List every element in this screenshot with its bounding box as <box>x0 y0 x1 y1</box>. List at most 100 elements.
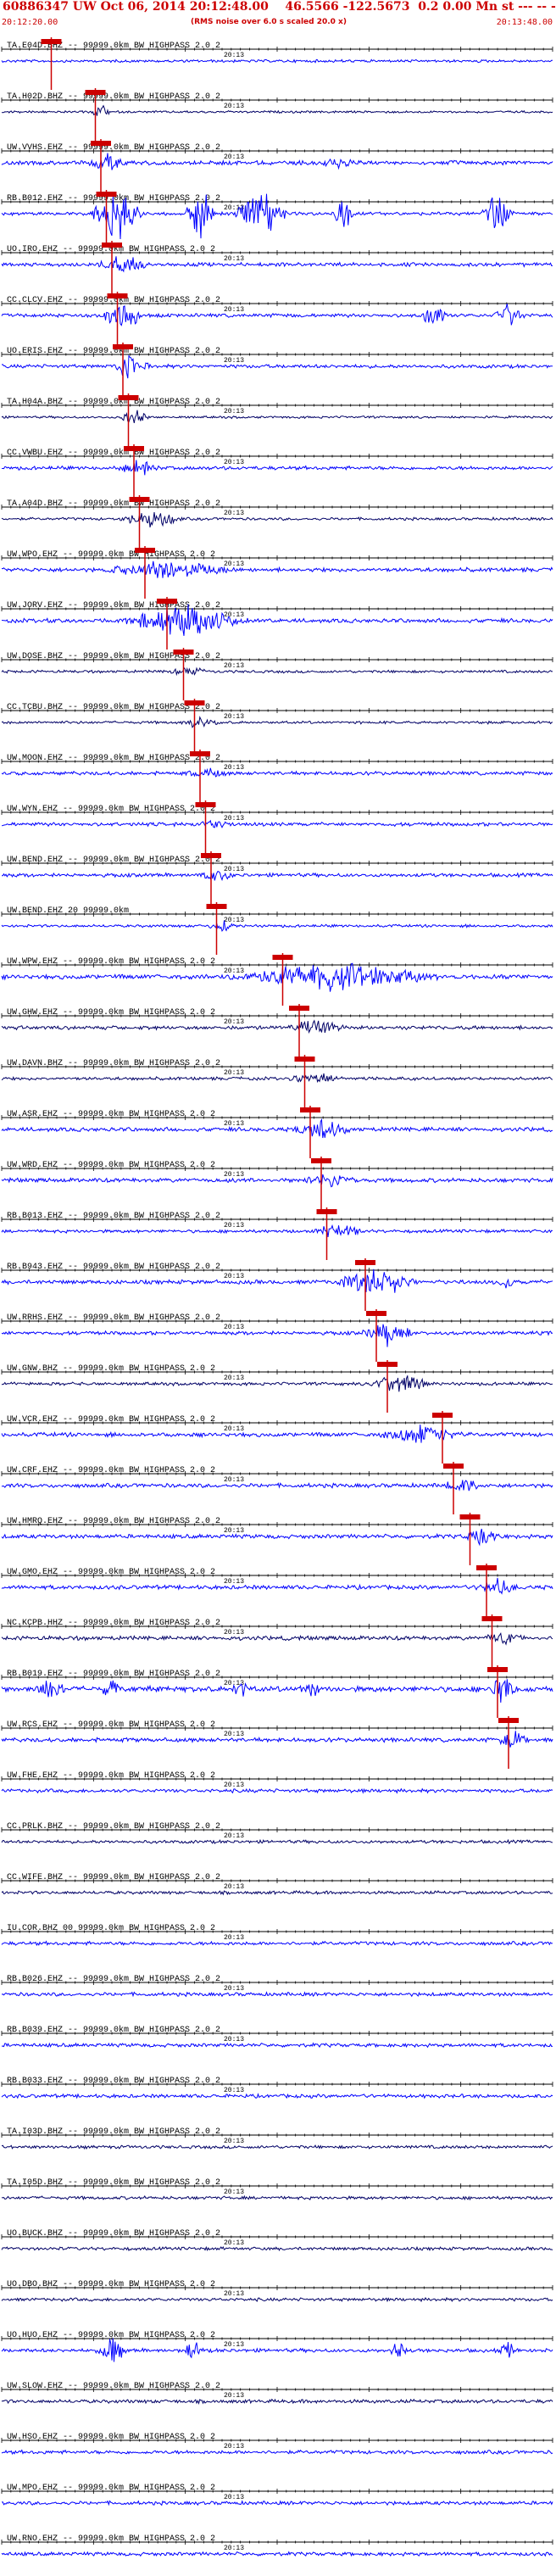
trace-label: UW.CRF.EHZ -- 99999.0km BW HIGHPASS 2.0 … <box>7 1465 215 1475</box>
waveform-trace <box>1 1890 553 1896</box>
waveform-trace <box>1 560 553 578</box>
tick-label: 20:13 <box>224 2188 244 2196</box>
tick-label: 20:13 <box>224 52 244 59</box>
trace-label: UW.MPO.EHZ -- 99999.0km BW HIGHPASS 2.0 … <box>7 2483 215 2493</box>
pick-marker <box>366 1311 386 1316</box>
trace-label: UO.BUCK.BHZ -- 99999.0km BW HIGHPASS 2.0… <box>7 2228 220 2239</box>
tick-label: 20:13 <box>224 1985 244 1993</box>
pick-marker <box>443 1464 464 1469</box>
trace-label: CC.WIFE.BHZ -- 99999.0km BW HIGHPASS 2.0… <box>7 1872 220 1882</box>
pick-marker <box>195 802 216 807</box>
trace-label: UW.WPW.EHZ -- 99999.0km BW HIGHPASS 2.0 … <box>7 956 215 967</box>
pick-marker <box>118 395 139 400</box>
tick-label: 20:13 <box>224 662 244 670</box>
tick-label: 20:13 <box>224 2545 244 2552</box>
trace-label: UW.BEND.EHZ -- 99999.0km BW HIGHPASS 2.0… <box>7 855 220 865</box>
waveform-trace <box>1 2500 553 2506</box>
tick-label: 20:13 <box>224 153 244 161</box>
pick-marker <box>289 1006 309 1011</box>
trace-label: UW.WYN.EHZ -- 99999.0km BW HIGHPASS 2.0 … <box>7 804 215 814</box>
waveform-trace <box>1 1731 553 1748</box>
waveform-trace <box>1 1577 553 1595</box>
tick-label: 20:13 <box>224 866 244 873</box>
tick-label: 20:13 <box>224 2239 244 2247</box>
waveform-trace <box>1 1679 553 1703</box>
trace-label: UW.RNO.EHZ -- 99999.0km BW HIGHPASS 2.0 … <box>7 2534 215 2544</box>
tick-label: 20:13 <box>224 764 244 772</box>
trace-label: RB.B026.EHZ -- 99999.0km BW HIGHPASS 2.0… <box>7 1974 220 1984</box>
pick-marker <box>190 751 210 756</box>
pick-marker <box>355 1260 375 1265</box>
pick-marker <box>85 90 106 95</box>
trace-label: UO.DBO.BHZ -- 99999.0km BW HIGHPASS 2.0 … <box>7 2279 215 2289</box>
pick-marker <box>124 446 144 451</box>
pick-marker <box>113 344 133 349</box>
tick-label: 20:13 <box>224 917 244 924</box>
tick-label: 20:13 <box>224 967 244 975</box>
pick-marker <box>41 39 62 44</box>
trace-label: IU.COR.BHZ 00 99999.0km BW HIGHPASS 2.0 … <box>7 1923 215 1933</box>
waveform-trace <box>1 767 553 778</box>
seismogram-plot: 20:13 TA.E04D.BHZ -- 99999.0km BW HIGHPAS… <box>1 37 553 2557</box>
pick-marker <box>157 599 177 604</box>
waveform-trace <box>1 1787 553 1794</box>
tick-label: 20:13 <box>224 408 244 415</box>
waveform-trace <box>1 354 553 379</box>
pick-marker <box>173 650 194 655</box>
waveform-trace <box>1 2338 553 2362</box>
trace-label: UO.HUO.EHZ -- 99999.0km BW HIGHPASS 2.0 … <box>7 2330 215 2340</box>
waveform-trace <box>1 920 553 932</box>
waveform-trace <box>1 1073 553 1084</box>
trace-label: UW.FHE.EHZ -- 99999.0km BW HIGHPASS 2.0 … <box>7 1770 215 1781</box>
tick-label: 20:13 <box>224 357 244 365</box>
pick-marker <box>206 904 227 909</box>
waveform-trace <box>1 2245 553 2252</box>
trace-label: UW.VVHS.EHZ -- 99999.0km BW HIGHPASS 2.0… <box>7 142 220 153</box>
waveform-trace <box>1 59 553 64</box>
tick-label: 20:13 <box>224 1527 244 1535</box>
waveform-trace <box>1 2296 553 2303</box>
trace-label: UW.SLOW.EHZ -- 99999.0km BW HIGHPASS 2.0… <box>7 2381 220 2391</box>
waveform-trace <box>1 256 553 273</box>
tick-label: 20:13 <box>224 2290 244 2298</box>
tick-label: 20:13 <box>224 1425 244 1433</box>
pick-marker <box>272 955 293 960</box>
trace-label: UW.DAVN.BHZ -- 99999.0km BW HIGHPASS 2.0… <box>7 1058 220 1068</box>
waveform-trace <box>1 1838 553 1845</box>
tick-label: 20:13 <box>224 1222 244 1229</box>
tick-label: 20:13 <box>224 510 244 517</box>
tick-label: 20:13 <box>224 2392 244 2400</box>
tick-label: 20:13 <box>224 103 244 110</box>
waveform-trace <box>1 1019 553 1034</box>
waveform-trace <box>1 2449 553 2456</box>
waveform-trace <box>1 1118 553 1139</box>
trace-label: RB.B039.EHZ -- 99999.0km BW HIGHPASS 2.0… <box>7 2025 220 2035</box>
tick-label: 20:13 <box>224 2087 244 2094</box>
tick-label: 20:13 <box>224 1781 244 1789</box>
trace-label: UW.MOON.EHZ -- 99999.0km BW HIGHPASS 2.0… <box>7 753 220 763</box>
trace-label: UW.ASR.EHZ -- 99999.0km BW HIGHPASS 2.0 … <box>7 1109 215 1119</box>
waveform-trace <box>1 1632 553 1646</box>
waveform-trace <box>1 304 553 326</box>
trace-label: UW.VCR.EHZ -- 99999.0km BW HIGHPASS 2.0 … <box>7 1414 215 1425</box>
tick-label: 20:13 <box>224 2341 244 2349</box>
pick-marker <box>311 1158 331 1163</box>
trace-label: UW.RRHS.EHZ -- 99999.0km BW HIGHPASS 2.0… <box>7 1313 220 1323</box>
tick-label: 20:13 <box>224 1578 244 1586</box>
pick-marker <box>498 1718 519 1723</box>
trace-label: CC.VWBU.EHZ -- 99999.0km BW HIGHPASS 2.0… <box>7 448 220 458</box>
pick-marker <box>487 1667 508 1672</box>
waveform-trace <box>1 1224 553 1237</box>
trace-label: RB.B013.EHZ -- 99999.0km BW HIGHPASS 2.0… <box>7 1211 220 1221</box>
pick-marker <box>91 141 111 146</box>
pick-marker <box>481 1616 503 1621</box>
trace-label: TA.H02D.BHZ -- 99999.0km BW HIGHPASS 2.0… <box>7 92 220 102</box>
trace-label: TA.A04D.BHZ -- 99999.0km BW HIGHPASS 2.0… <box>7 499 220 509</box>
waveform-trace <box>1 2551 553 2557</box>
waveform-trace <box>1 1480 553 1492</box>
tick-label: 20:13 <box>224 306 244 314</box>
trace-label: RB.B033.EHZ -- 99999.0km BW HIGHPASS 2.0… <box>7 2076 220 2086</box>
tick-label: 20:13 <box>224 1476 244 1484</box>
pick-marker <box>432 1413 453 1418</box>
tick-label: 20:13 <box>224 815 244 822</box>
